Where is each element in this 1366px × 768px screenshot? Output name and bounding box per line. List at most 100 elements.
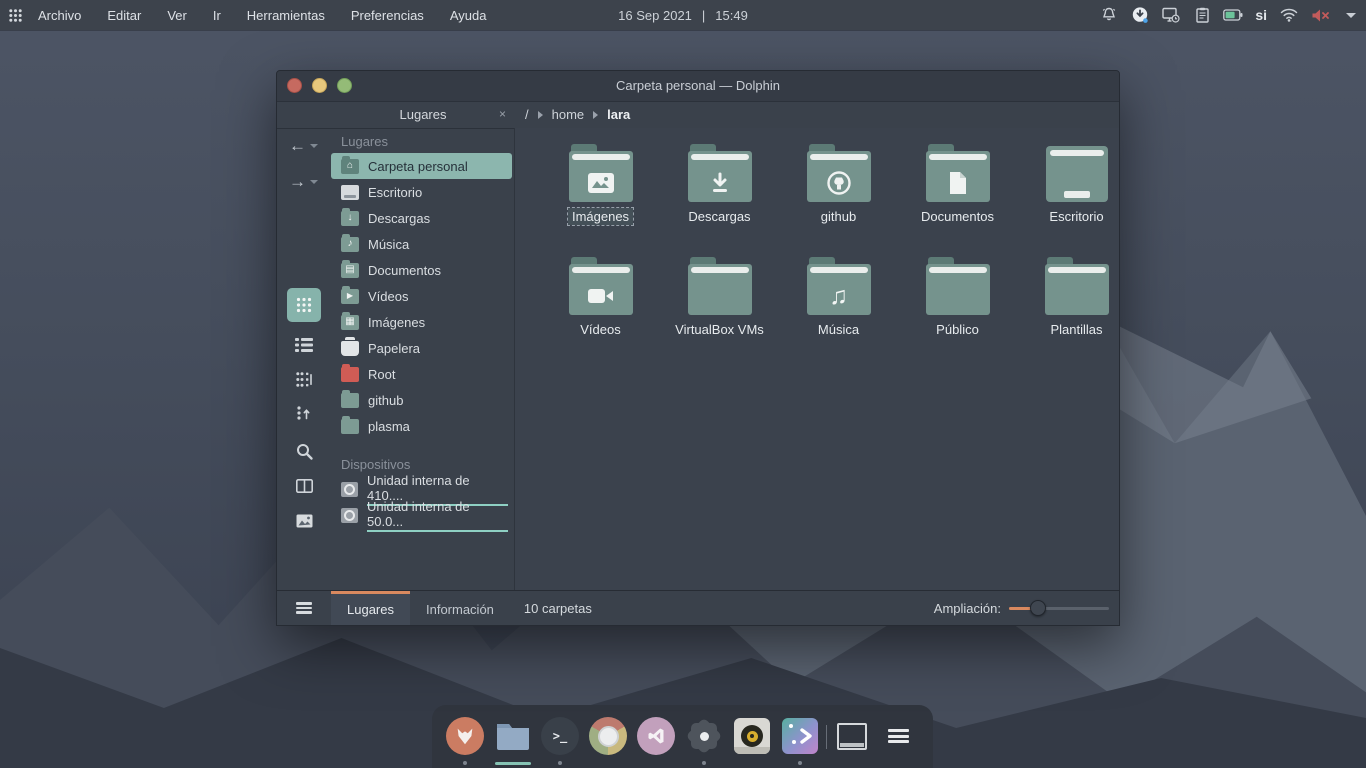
back-button[interactable]: ← (289, 138, 318, 154)
left-toolbar: ← → (277, 128, 331, 591)
tray-expand-chevron-icon[interactable] (1342, 6, 1360, 24)
breadcrumb-caret-icon (538, 111, 543, 119)
folder-label[interactable]: github (817, 208, 860, 225)
folder-label[interactable]: Imágenes (568, 208, 633, 225)
battery-icon[interactable] (1224, 6, 1242, 24)
panel-tabs: Lugares Información (331, 591, 510, 625)
sidebar-item-label: Descargas (368, 211, 430, 226)
updates-icon[interactable] (1131, 6, 1149, 24)
running-indicator-settings (702, 761, 706, 765)
folder-imagenes[interactable]: Imágenes (541, 144, 660, 239)
menu-ir[interactable]: Ir (213, 8, 221, 23)
device-label: Unidad interna de 50.0... (367, 499, 508, 532)
window-header-row: Lugares × / home lara (277, 101, 1119, 129)
folder-publico[interactable]: Público (898, 257, 1017, 352)
places-panel-close-icon[interactable]: × (499, 101, 506, 128)
downloads-folder-icon: ↓ (341, 211, 359, 226)
breadcrumb-root[interactable]: / (525, 107, 529, 122)
sort-button[interactable] (287, 398, 321, 428)
dock-file-manager-button[interactable] (494, 717, 532, 755)
split-view-button[interactable] (287, 471, 321, 501)
back-history-caret-icon[interactable] (310, 144, 318, 148)
places-sidebar: Lugares ⌂ Carpeta personal Escritorio ↓ … (331, 128, 514, 591)
zoom-slider[interactable] (1009, 600, 1109, 616)
folder-label[interactable]: VirtualBox VMs (671, 321, 768, 338)
zoom-control: Ampliación: (934, 600, 1109, 616)
icons-view-button[interactable] (287, 288, 321, 322)
tab-lugares[interactable]: Lugares (331, 591, 410, 625)
folder-videos[interactable]: Vídeos (541, 257, 660, 352)
list-view-button[interactable] (287, 330, 321, 360)
sidebar-item-musica[interactable]: ♪ Música (331, 231, 514, 257)
breadcrumb-home[interactable]: home (552, 107, 585, 122)
folder-plantillas[interactable]: Plantillas (1017, 257, 1136, 352)
dock-plasma-app-button[interactable] (781, 717, 819, 755)
menu-preferencias[interactable]: Preferencias (351, 8, 424, 23)
sidebar-item-descargas[interactable]: ↓ Descargas (331, 205, 514, 231)
sidebar-item-escritorio[interactable]: Escritorio (331, 179, 514, 205)
menu-herramientas[interactable]: Herramientas (247, 8, 325, 23)
dock-show-desktop-button[interactable] (836, 717, 868, 755)
sidebar-item-github[interactable]: github (331, 387, 514, 413)
sidebar-item-root[interactable]: Root (331, 361, 514, 387)
wifi-icon[interactable] (1280, 6, 1298, 24)
folder-label[interactable]: Público (932, 321, 983, 338)
folder-icon (926, 257, 990, 315)
clipboard-icon[interactable] (1193, 6, 1211, 24)
search-button[interactable] (287, 436, 321, 466)
zoom-slider-knob[interactable] (1030, 600, 1046, 616)
breadcrumb-current[interactable]: lara (607, 107, 630, 122)
sidebar-item-videos[interactable]: ▶ Vídeos (331, 283, 514, 309)
dock-menu-icon (888, 726, 909, 745)
sidebar-device-2[interactable]: Unidad interna de 50.0... (331, 502, 514, 528)
menu-archivo[interactable]: Archivo (38, 8, 81, 23)
folder-label[interactable]: Plantillas (1046, 321, 1106, 338)
menu-ver[interactable]: Ver (167, 8, 187, 23)
tab-informacion[interactable]: Información (410, 591, 510, 625)
window-titlebar[interactable]: Carpeta personal — Dolphin (277, 71, 1119, 102)
app-launcher-grid-icon[interactable] (0, 0, 30, 30)
compact-view-button[interactable] (287, 364, 321, 394)
notifications-bell-icon[interactable] (1100, 6, 1118, 24)
folder-icon (1045, 257, 1109, 315)
folder-descargas[interactable]: Descargas (660, 144, 779, 239)
forward-button[interactable]: → (289, 174, 318, 190)
folder-label[interactable]: Vídeos (576, 321, 624, 338)
keyboard-layout-indicator[interactable]: si (1255, 7, 1267, 23)
sidebar-item-label: github (368, 393, 403, 408)
menu-editar[interactable]: Editar (107, 8, 141, 23)
folder-label[interactable]: Documentos (917, 208, 998, 225)
sidebar-item-documentos[interactable]: ▤ Documentos (331, 257, 514, 283)
forward-history-caret-icon[interactable] (310, 180, 318, 184)
dock-terminal-button[interactable]: >_ (541, 717, 579, 755)
panel-clock[interactable]: 16 Sep 2021 | 15:49 (618, 8, 748, 23)
dock-settings-button[interactable] (685, 717, 723, 755)
preview-button[interactable] (287, 506, 321, 536)
sidebar-item-carpeta-personal[interactable]: ⌂ Carpeta personal (331, 153, 512, 179)
folder-musica[interactable]: ♫ Música (779, 257, 898, 352)
search-icon (296, 443, 313, 460)
folder-label[interactable]: Escritorio (1045, 208, 1107, 225)
sidebar-item-papelera[interactable]: Papelera (331, 335, 514, 361)
places-section-header: Lugares (331, 128, 514, 153)
sidebar-item-imagenes[interactable]: ▦ Imágenes (331, 309, 514, 335)
dock-app-menu-button[interactable] (882, 717, 914, 755)
dock-firefox-button[interactable] (446, 717, 484, 755)
folder-documentos[interactable]: Documentos (898, 144, 1017, 239)
folder-escritorio[interactable]: Escritorio (1017, 144, 1136, 239)
dock-media-player-button[interactable] (733, 717, 771, 755)
status-bar: Lugares Información 10 carpetas Ampliaci… (277, 590, 1119, 625)
panel-menu-button[interactable] (277, 600, 331, 616)
clock-date: 16 Sep 2021 (618, 8, 692, 23)
menu-ayuda[interactable]: Ayuda (450, 8, 487, 23)
folder-label[interactable]: Descargas (684, 208, 754, 225)
folder-label[interactable]: Música (814, 321, 863, 338)
folder-github[interactable]: github (779, 144, 898, 239)
folder-virtualbox-vms[interactable]: VirtualBox VMs (660, 257, 779, 352)
display-schedule-icon[interactable] (1162, 6, 1180, 24)
sidebar-item-plasma[interactable]: plasma (331, 413, 514, 439)
dock-vscode-button[interactable] (637, 717, 675, 755)
volume-muted-icon[interactable] (1311, 6, 1329, 24)
music-emblem-icon: ♫ (829, 284, 848, 309)
dock-chromium-button[interactable] (589, 717, 627, 755)
